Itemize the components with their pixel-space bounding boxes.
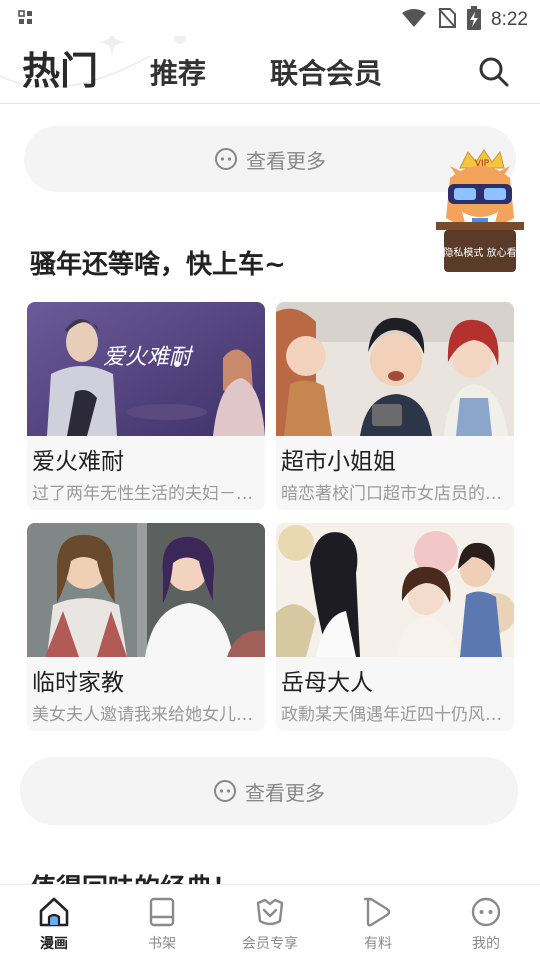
nav-item-bookshelf[interactable]: 书架	[108, 885, 216, 960]
comic-card[interactable]: 爱火难耐 爱火难耐 过了两年无性生活的夫妇－…	[27, 302, 265, 510]
comic-desc: 政勳某天偶遇年近四十仍风…	[281, 705, 502, 725]
comic-desc: 过了两年无性生活的夫妇－…	[32, 484, 253, 504]
no-sim-icon	[437, 7, 457, 33]
play-bubble-icon	[363, 897, 391, 927]
nav-label: 我的	[472, 936, 500, 952]
bottom-nav: 漫画 书架 会员专享 有料 我的	[0, 884, 540, 960]
top-header: 热门 推荐 联合会员	[0, 36, 540, 104]
app-grid-icon	[18, 10, 34, 30]
comic-cover-image	[276, 523, 514, 657]
tab-recommend[interactable]: 推荐	[150, 52, 206, 92]
status-bar: 8:22	[0, 0, 540, 36]
comic-desc: 暗恋著校门口超市女店员的…	[281, 484, 502, 504]
comic-title: 临时家教	[32, 670, 124, 696]
cover-title-text: 爱火难耐	[103, 345, 194, 370]
nav-item-mine[interactable]: 我的	[432, 885, 540, 960]
comic-cover-image	[27, 523, 265, 657]
status-time: 8:22	[491, 9, 528, 30]
tab-hot[interactable]: 热门	[22, 40, 98, 95]
comic-cover-image	[276, 302, 514, 436]
nav-label: 有料	[364, 936, 392, 952]
battery-charging-icon	[467, 6, 482, 34]
nav-item-vip[interactable]: 会员专享	[216, 885, 324, 960]
comic-cover-image: 爱火难耐	[27, 302, 265, 436]
wifi-icon	[401, 8, 427, 32]
home-icon	[39, 897, 69, 927]
comic-card[interactable]: 岳母大人 政勳某天偶遇年近四十仍风…	[276, 523, 514, 731]
search-icon[interactable]	[478, 56, 510, 88]
comic-card[interactable]: 超市小姐姐 暗恋著校门口超市女店员的…	[276, 302, 514, 510]
view-more-button[interactable]: 查看更多	[20, 757, 518, 825]
smile-icon	[214, 780, 236, 802]
nav-item-comics[interactable]: 漫画	[0, 885, 108, 960]
nav-item-feed[interactable]: 有料	[324, 885, 432, 960]
bookshelf-icon	[149, 897, 175, 927]
vip-privacy-badge[interactable]: VIP 隐私模式 放心看	[432, 148, 528, 276]
comic-title: 超市小姐姐	[281, 449, 396, 475]
tab-joint-member[interactable]: 联合会员	[270, 52, 382, 92]
vip-badge-text: 隐私模式 放心看	[443, 246, 516, 259]
nav-label: 书架	[148, 936, 176, 952]
section-title: 骚年还等啥，快上车~	[30, 250, 286, 280]
comic-card[interactable]: 临时家教 美女夫人邀请我来给她女儿…	[27, 523, 265, 731]
nav-label: 漫画	[40, 936, 68, 952]
nav-label: 会员专享	[242, 936, 298, 952]
view-more-label: 查看更多	[246, 148, 326, 173]
view-more-label: 查看更多	[245, 780, 325, 805]
smile-icon	[215, 148, 237, 170]
comic-title: 岳母大人	[281, 670, 373, 696]
comic-title: 爱火难耐	[32, 449, 124, 475]
vip-shield-icon	[256, 898, 284, 926]
comic-desc: 美女夫人邀请我来给她女儿…	[32, 705, 253, 725]
profile-smile-icon	[471, 897, 501, 927]
